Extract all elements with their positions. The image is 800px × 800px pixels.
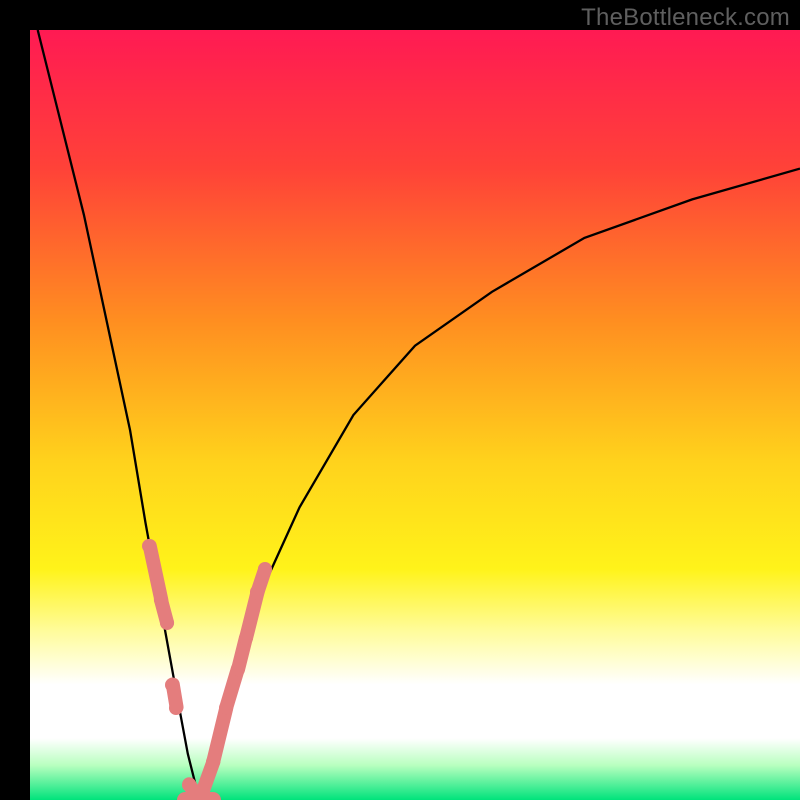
gradient-background <box>30 30 800 800</box>
watermark-label: TheBottleneck.com <box>581 4 790 32</box>
chart-stage: TheBottleneck.com <box>0 0 800 800</box>
plot-area <box>30 30 800 800</box>
valley-base-pill <box>177 792 221 800</box>
